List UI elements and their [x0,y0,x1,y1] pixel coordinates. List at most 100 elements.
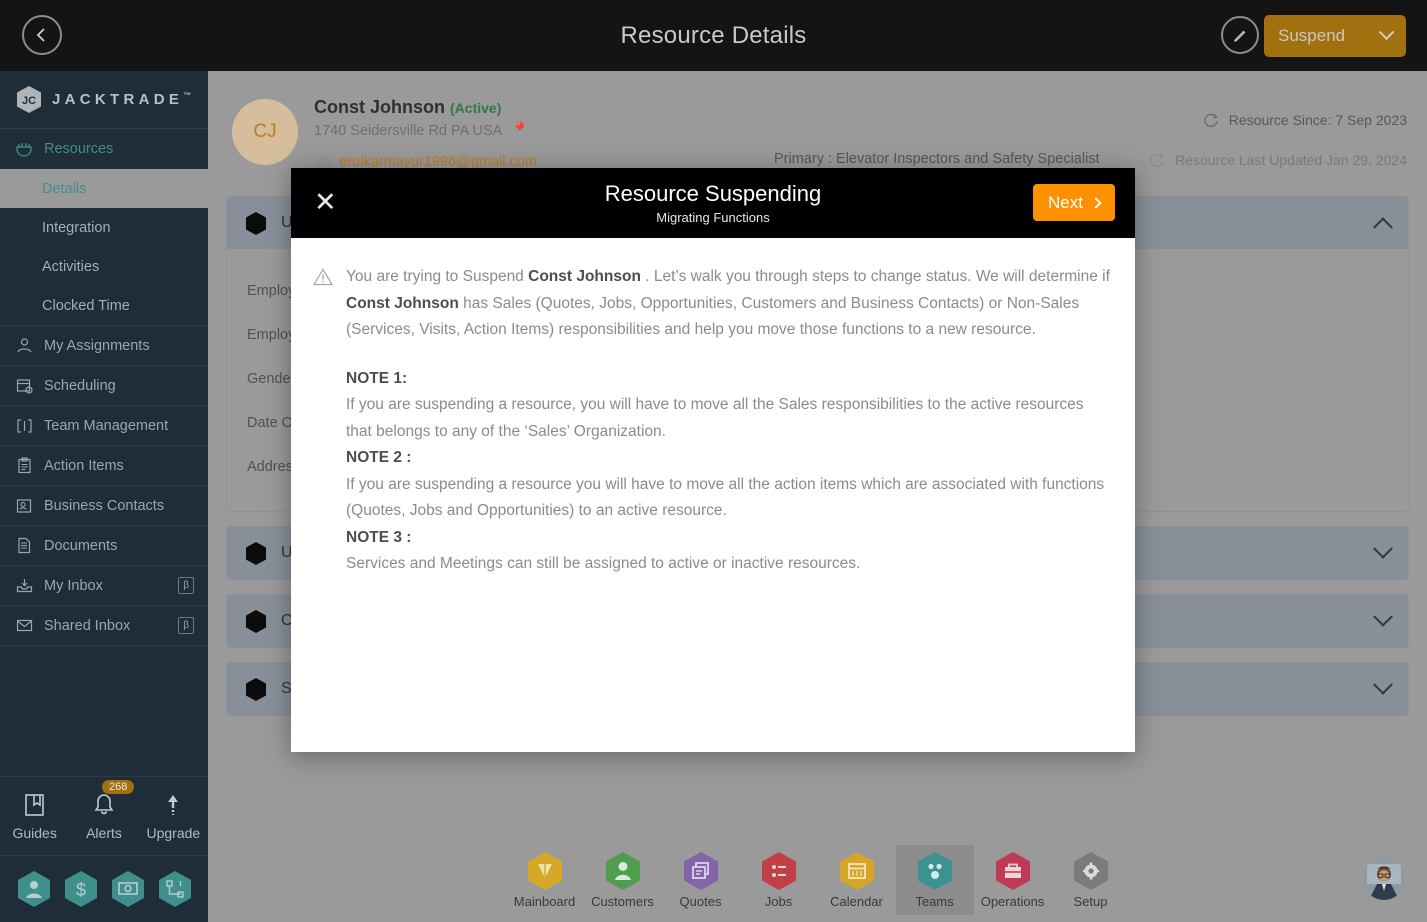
bottom-nav-label: Customers [591,894,654,909]
field-label: Gender [247,371,296,387]
bottom-nav-label: Teams [915,894,954,909]
note-3-body: Services and Meetings can still be assig… [346,555,861,572]
resource-address: 1740 Seidersville Rd PA USA 📍 [314,121,529,139]
sidebar-tool-alerts[interactable]: 268 Alerts [69,779,138,841]
resource-address-text: 1740 Seidersville Rd PA USA [314,123,502,139]
status-select[interactable]: Suspend [1264,15,1406,57]
avatar-photo-icon [1363,858,1405,900]
bottom-nav-quotes[interactable]: Quotes [662,845,740,915]
sidebar-item-my-inbox[interactable]: My Inbox β [0,566,208,606]
modal-title: Resource Suspending [604,181,822,206]
sidebar-item-label: My Assignments [44,337,150,354]
pencil-icon [1234,30,1246,42]
sidebar-item-label: Business Contacts [44,497,165,514]
intro-resource-name-1: Const Johnson [528,268,641,285]
customers-hex-icon [605,851,641,891]
close-icon[interactable]: ✕ [314,189,340,216]
resource-primary-role: Primary : Elevator Inspectors and Safety… [774,151,1100,167]
bottom-nav-mainboard[interactable]: Mainboard [506,845,584,915]
sidebar-item-shared-inbox[interactable]: Shared Inbox β [0,606,208,646]
sidebar-item-my-assignments[interactable]: My Assignments [0,326,208,366]
sidebar-item-integration[interactable]: Integration [0,208,208,247]
envelope-icon [15,617,33,635]
bottom-nav-customers[interactable]: Customers [584,845,662,915]
contact-card-icon [15,497,33,515]
sidebar-nav: Resources Details Integration Activities… [0,129,208,646]
money-transfer-hex-icon[interactable] [111,870,145,908]
bottom-nav-jobs[interactable]: Jobs [740,845,818,915]
sidebar-item-label: My Inbox [44,577,103,594]
bottom-nav-label: Setup [1073,894,1108,909]
sidebar-item-label: Resources [44,141,114,157]
sidebar-tool-label: Alerts [86,824,122,841]
operations-hex-icon [995,851,1031,891]
sidebar-item-clocked-time[interactable]: Clocked Time [0,286,208,325]
bottom-nav-calendar[interactable]: Calendar [818,845,896,915]
sidebar-tool-label: Guides [12,824,57,841]
page-title: Resource Details [620,21,807,49]
clipboard-icon [15,457,33,475]
dollar-hex-icon[interactable]: $ [64,870,98,908]
brand-tm: ™ [183,91,192,100]
resource-suspending-modal: ✕ Resource Suspending Migrating Function… [291,168,1135,752]
sidebar-item-business-contacts[interactable]: Business Contacts [0,486,208,526]
document-icon [15,537,33,555]
user-avatar[interactable] [1363,858,1405,900]
resource-name-text: Const Johnson [314,97,445,117]
note-3-title: NOTE 3 : [346,528,412,546]
sidebar-item-team-management[interactable]: Team Management [0,406,208,446]
next-button-label: Next [1048,192,1083,212]
brand-text: JACKTRADE [52,91,184,108]
bottom-nav-setup[interactable]: Setup [1052,845,1130,915]
edit-button[interactable] [1221,16,1259,54]
next-button[interactable]: Next [1033,184,1115,221]
sidebar-tool-guides[interactable]: Guides [0,792,69,841]
intro-resource-name-2: Const Johnson [346,294,459,312]
chevron-down-icon [1373,674,1393,695]
note-1-title: NOTE 1: [346,369,408,387]
hex-bullet-icon [246,541,266,565]
sidebar-item-action-items[interactable]: Action Items [0,446,208,486]
hex-bullet-icon [246,609,266,633]
sidebar-tool-upgrade[interactable]: Upgrade [139,792,208,841]
sidebar-item-label: Integration [42,219,111,236]
workflow-hex-icon[interactable] [158,870,192,908]
mainboard-hex-icon [527,851,563,891]
sidebar-item-label: Scheduling [44,377,116,394]
team-management-icon [15,417,33,435]
resource-primary-label: Primary : [774,151,832,167]
resource-updated-text: Resource Last Updated Jan 29, 2024 [1175,152,1407,168]
chevron-right-icon [1090,196,1102,209]
sidebar-item-details[interactable]: Details [0,169,208,208]
beta-badge-shared-inbox: β [178,617,194,634]
bell-icon [94,793,114,814]
resource-name: Const Johnson (Active) [314,97,501,118]
sidebar-item-activities[interactable]: Activities [0,247,208,286]
sidebar-item-label: Details [42,180,87,197]
sidebar-item-resources[interactable]: Resources [0,129,208,169]
person-hex-icon[interactable] [17,870,51,908]
sidebar-item-scheduling[interactable]: Scheduling [0,366,208,406]
resource-primary-value: Elevator Inspectors and Safety Specialis… [836,151,1100,167]
intro-text-2: . Let’s walk you through steps to change… [640,268,1110,285]
warning-block: You are trying to Suspend Const Johnson … [312,264,1113,344]
bottom-nav-teams[interactable]: Teams [895,845,974,915]
status-badge: (Active) [450,100,502,116]
sidebar-item-label: Clocked Time [42,297,130,314]
bottom-nav-label: Quotes [679,894,722,909]
chevron-down-icon [1378,23,1395,40]
resources-icon [15,140,33,158]
app-root: Resource Details Suspend JC JACKTRADE™ R… [0,0,1427,922]
bottom-nav-operations[interactable]: Operations [974,845,1052,915]
resource-updated: Resource Last Updated Jan 29, 2024 [1148,151,1407,169]
modal-intro-paragraph: You are trying to Suspend Const Johnson … [346,264,1113,344]
resource-since: Resource Since: 7 Sep 2023 [1202,111,1407,129]
sidebar-item-label: Action Items [44,457,124,474]
chevron-down-icon [1373,606,1393,627]
map-pin-icon[interactable]: 📍 [511,122,530,139]
sidebar-tools: Guides 268 Alerts Upgrade [0,777,208,855]
status-select-value: Suspend [1278,26,1346,45]
refresh-icon [1204,113,1218,127]
sidebar-item-documents[interactable]: Documents β [0,526,208,566]
